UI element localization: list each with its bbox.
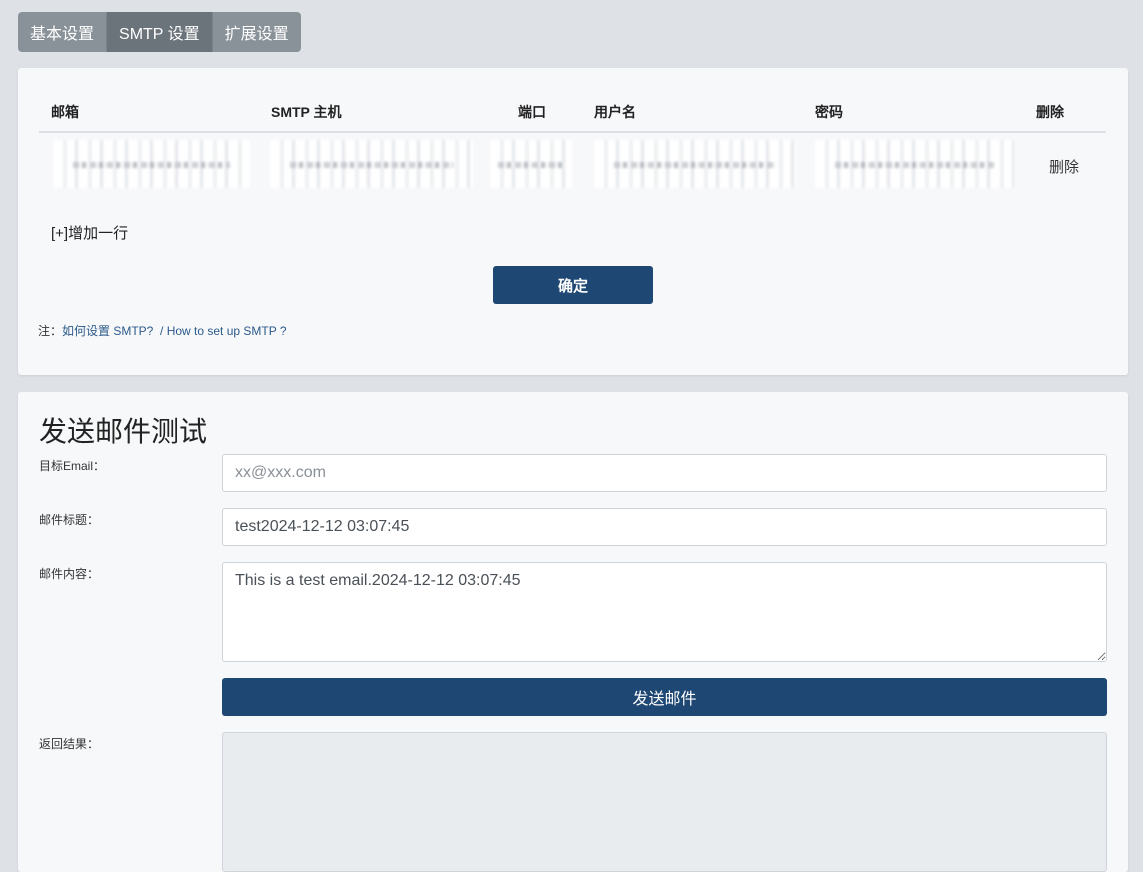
header-delete: 删除 (1036, 104, 1064, 120)
smtp-table-header: 邮箱 SMTP 主机 端口 用户名 密码 删除 (39, 98, 1106, 133)
smtp-settings-card: 邮箱 SMTP 主机 端口 用户名 密码 删除 删除 [+]增加一行 确定 注：… (18, 68, 1128, 375)
tab-smtp-settings[interactable]: SMTP 设置 (107, 12, 213, 52)
header-username: 用户名 (594, 104, 636, 120)
note-prefix: 注： (38, 324, 63, 338)
confirm-button[interactable]: 确定 (493, 266, 653, 304)
header-password: 密码 (815, 104, 843, 120)
subject-label: 邮件标题： (39, 513, 100, 527)
help-link-cn[interactable]: 如何设置 SMTP? (62, 324, 153, 338)
send-test-card: 发送邮件测试 目标Email： 邮件标题： 邮件内容： This is a te… (18, 392, 1128, 872)
send-email-button[interactable]: 发送邮件 (222, 678, 1107, 716)
smtp-help-note: 注：如何设置 SMTP? / How to set up SMTP ? (38, 322, 287, 339)
tab-basic-settings[interactable]: 基本设置 (18, 12, 108, 52)
header-smtp-host: SMTP 主机 (271, 104, 342, 120)
content-label: 邮件内容： (39, 567, 100, 581)
delete-row-link[interactable]: 删除 (1049, 156, 1079, 177)
subject-input[interactable] (222, 508, 1107, 546)
content-textarea[interactable]: This is a test email.2024-12-12 03:07:45 (222, 562, 1107, 662)
header-email: 邮箱 (51, 104, 79, 120)
username-input-redacted[interactable] (594, 140, 796, 188)
section-title: 发送邮件测试 (39, 416, 208, 447)
settings-tabs: 基本设置 SMTP 设置 扩展设置 (18, 12, 301, 52)
target-email-input[interactable] (222, 454, 1107, 492)
port-input-redacted[interactable] (490, 140, 572, 188)
password-input-redacted[interactable] (815, 140, 1014, 188)
tab-extended-settings[interactable]: 扩展设置 (212, 12, 301, 52)
target-email-label: 目标Email： (39, 459, 106, 473)
smtp-host-input-redacted[interactable] (270, 140, 473, 188)
result-output (222, 732, 1107, 872)
result-label: 返回结果： (39, 737, 100, 751)
header-port: 端口 (518, 104, 546, 120)
help-link-en[interactable]: / How to set up SMTP ? (160, 324, 287, 338)
email-input-redacted[interactable] (53, 140, 250, 188)
add-row-link[interactable]: [+]增加一行 (51, 222, 128, 243)
